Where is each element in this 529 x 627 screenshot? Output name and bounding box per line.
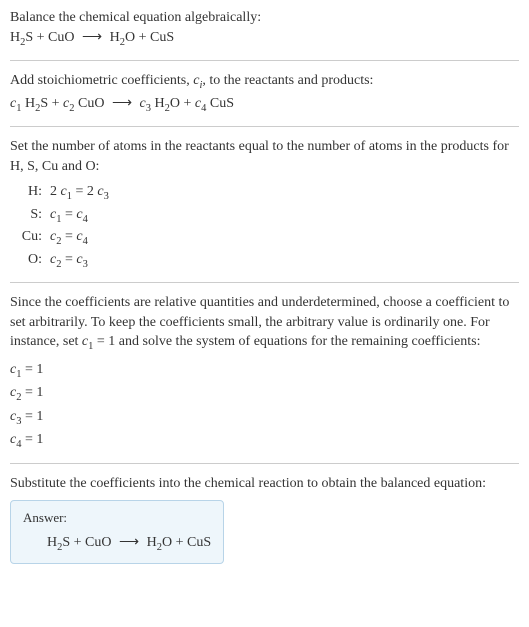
section-atom-balance: Set the number of atoms in the reactants… bbox=[10, 137, 519, 272]
eq-o-cus: O + CuS bbox=[125, 30, 174, 45]
unbalanced-equation: H2S + CuO ⟶ H2O + CuS bbox=[10, 28, 519, 50]
eq-s-cuo: S + CuO bbox=[25, 30, 78, 45]
stoich-equation: c1 H2S + c2 CuO ⟶ c3 H2O + c4 CuS bbox=[10, 94, 519, 116]
coeff-c1: c1 = 1 bbox=[10, 359, 519, 383]
element-label: O: bbox=[14, 250, 42, 270]
element-label: Cu: bbox=[14, 227, 42, 247]
eq-h2o-h: H bbox=[106, 30, 120, 45]
element-row-s: S: c1 = c4 bbox=[14, 205, 519, 227]
stoich-text: Add stoichiometric coefficients, ci, to … bbox=[10, 71, 519, 93]
arrow-icon: ⟶ bbox=[119, 533, 139, 553]
answer-box: Answer: H2S + CuO ⟶ H2O + CuS bbox=[10, 500, 224, 565]
divider bbox=[10, 463, 519, 464]
element-row-o: O: c2 = c3 bbox=[14, 250, 519, 272]
section-answer: Substitute the coefficients into the che… bbox=[10, 474, 519, 564]
eq-h2s-h: H bbox=[10, 30, 20, 45]
coefficient-values: c1 = 1 c2 = 1 c3 = 1 c4 = 1 bbox=[10, 359, 519, 453]
atom-balance-text: Set the number of atoms in the reactants… bbox=[10, 137, 519, 176]
coeff-c2: c2 = 1 bbox=[10, 382, 519, 406]
divider bbox=[10, 126, 519, 127]
answer-label: Answer: bbox=[23, 509, 211, 527]
substitute-text: Substitute the coefficients into the che… bbox=[10, 474, 519, 494]
section-stoichiometric: Add stoichiometric coefficients, ci, to … bbox=[10, 71, 519, 116]
divider bbox=[10, 60, 519, 61]
element-row-h: H: 2 c1 = 2 c3 bbox=[14, 182, 519, 204]
element-equations: H: 2 c1 = 2 c3 S: c1 = c4 Cu: c2 = c4 O:… bbox=[14, 182, 519, 272]
section-balance-intro: Balance the chemical equation algebraica… bbox=[10, 8, 519, 50]
divider bbox=[10, 282, 519, 283]
arrow-icon: ⟶ bbox=[112, 94, 132, 114]
solve-text: Since the coefficients are relative quan… bbox=[10, 293, 519, 355]
coeff-c3: c3 = 1 bbox=[10, 406, 519, 430]
element-label: S: bbox=[14, 205, 42, 225]
element-label: H: bbox=[14, 182, 42, 202]
balanced-equation: H2S + CuO ⟶ H2O + CuS bbox=[23, 533, 211, 555]
section-solve: Since the coefficients are relative quan… bbox=[10, 293, 519, 453]
intro-text: Balance the chemical equation algebraica… bbox=[10, 8, 519, 28]
arrow-icon: ⟶ bbox=[82, 28, 102, 48]
element-row-cu: Cu: c2 = c4 bbox=[14, 227, 519, 249]
coeff-c4: c4 = 1 bbox=[10, 429, 519, 453]
